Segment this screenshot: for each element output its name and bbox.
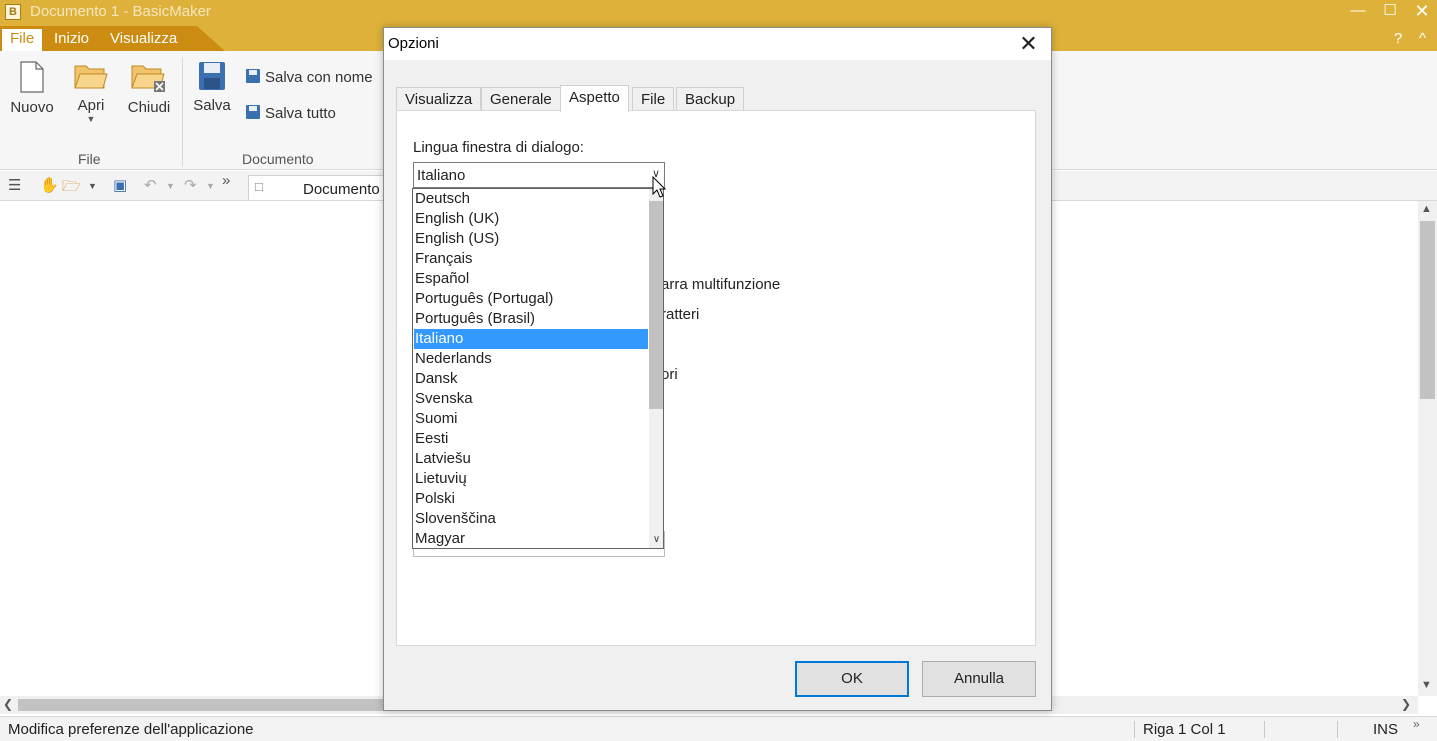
language-option[interactable]: Magyar: [414, 529, 648, 548]
insert-mode[interactable]: INS: [1373, 721, 1398, 738]
close-document-button[interactable]: Chiudi: [126, 61, 172, 116]
new-label: Nuovo: [10, 99, 54, 116]
language-option[interactable]: Nederlands: [414, 349, 648, 369]
scroll-up-icon[interactable]: ▲: [1421, 203, 1432, 215]
language-option-selected[interactable]: Italiano: [414, 329, 648, 349]
redo-icon[interactable]: ↷: [184, 176, 197, 194]
open-folder-icon[interactable]: 🗁: [62, 176, 81, 201]
language-option[interactable]: English (US): [414, 229, 648, 249]
tab-file[interactable]: File: [2, 29, 43, 53]
language-option[interactable]: Español: [414, 269, 648, 289]
status-overflow-icon[interactable]: »: [1413, 717, 1420, 731]
ok-button[interactable]: OK: [795, 661, 909, 697]
tab-visualizza[interactable]: Visualizza: [110, 30, 177, 47]
menu-icon[interactable]: ☰: [8, 176, 21, 194]
save-icon: [199, 62, 225, 90]
language-option[interactable]: Eesti: [414, 429, 648, 449]
save-all-icon: [246, 105, 260, 119]
overflow-icon[interactable]: »: [222, 172, 230, 189]
language-option[interactable]: Português (Portugal): [414, 289, 648, 309]
status-separator: [1134, 721, 1135, 738]
save-as-label: Salva con nome: [265, 69, 373, 86]
cancel-button[interactable]: Annulla: [922, 661, 1036, 697]
ribbon-option-label: arra multifunzione: [661, 276, 781, 293]
tab-inizio[interactable]: Inizio: [54, 30, 89, 47]
save-as-button[interactable]: Salva con nome: [245, 68, 373, 86]
collapse-ribbon-icon[interactable]: ^: [1419, 30, 1426, 47]
save-all-button[interactable]: Salva tutto: [245, 104, 336, 122]
group-label-documento: Documento: [242, 151, 314, 167]
document-tab[interactable]: □ Documento: [248, 175, 388, 200]
save-all-label: Salva tutto: [265, 105, 336, 122]
dialog-language-value: Italiano: [417, 167, 466, 184]
language-option[interactable]: Lietuvių: [414, 469, 648, 489]
language-option[interactable]: Deutsch: [414, 189, 648, 209]
save-as-icon: [246, 69, 260, 83]
scroll-right-icon[interactable]: ❯: [1401, 697, 1411, 711]
tab-backup[interactable]: Backup: [676, 87, 745, 111]
language-option[interactable]: English (UK): [414, 209, 648, 229]
save-button[interactable]: Salva: [192, 61, 232, 114]
vertical-scrollbar[interactable]: ▲ ▼: [1418, 201, 1437, 696]
window-title: Documento 1 - BasicMaker: [30, 3, 211, 20]
toolbar-save-icon[interactable]: ▣: [113, 176, 127, 194]
help-icon[interactable]: ?: [1394, 30, 1402, 47]
font-option-label: ratteri: [661, 306, 700, 323]
document-icon: □: [255, 179, 263, 194]
tab-generale[interactable]: Generale: [481, 87, 561, 111]
scroll-left-icon[interactable]: ❮: [3, 697, 13, 711]
undo-dropdown-icon[interactable]: ▼: [166, 181, 175, 191]
save-label: Salva: [193, 97, 231, 114]
title-bar: B Documento 1 - BasicMaker — ☐ ✕: [0, 0, 1437, 26]
dialog-language-select[interactable]: Italiano ∨: [413, 162, 665, 188]
language-option[interactable]: Français: [414, 249, 648, 269]
group-label-file: File: [78, 151, 101, 167]
dropdown-scroll-thumb[interactable]: [649, 201, 663, 409]
group-separator: [182, 57, 183, 167]
language-option[interactable]: Dansk: [414, 369, 648, 389]
tab-file-options[interactable]: File: [632, 87, 675, 111]
close-document-label: Chiudi: [127, 99, 171, 116]
vertical-scroll-thumb[interactable]: [1420, 221, 1435, 399]
open-button[interactable]: Apri ▼: [70, 61, 112, 124]
status-separator: [1337, 721, 1338, 738]
status-bar: Modifica preferenze dell'applicazione Ri…: [0, 716, 1437, 741]
chevron-down-icon[interactable]: ▼: [70, 114, 112, 124]
tab-visualizza-options[interactable]: Visualizza: [396, 87, 482, 111]
dialog-close-icon[interactable]: ✕: [1006, 28, 1051, 60]
new-document-icon: [20, 61, 44, 93]
open-label: Apri: [77, 97, 105, 114]
dialog-language-label: Lingua finestra di dialogo:: [413, 139, 584, 156]
new-button[interactable]: Nuovo: [8, 61, 56, 116]
folder-open-icon: [74, 65, 108, 89]
dialog-title: Opzioni: [388, 35, 439, 52]
chevron-down-icon[interactable]: ∨: [649, 532, 663, 547]
maximize-icon[interactable]: ☐: [1373, 0, 1407, 24]
cursor-position: Riga 1 Col 1: [1143, 721, 1226, 738]
language-option[interactable]: Suomi: [414, 409, 648, 429]
language-option[interactable]: Slovenščina: [414, 509, 648, 529]
document-tab-label: Documento: [303, 181, 380, 198]
close-icon[interactable]: ✕: [1405, 0, 1437, 24]
dropdown-scrollbar[interactable]: ∨: [649, 189, 663, 548]
language-option[interactable]: Polski: [414, 489, 648, 509]
language-option[interactable]: Svenska: [414, 389, 648, 409]
folder-close-icon: [131, 65, 165, 92]
language-option[interactable]: Latviešu: [414, 449, 648, 469]
open-dropdown-icon[interactable]: ▼: [88, 181, 97, 191]
minimize-icon[interactable]: —: [1341, 0, 1375, 24]
undo-icon[interactable]: ↶: [144, 176, 157, 194]
hand-icon[interactable]: ✋: [40, 176, 59, 194]
scroll-down-icon[interactable]: ▼: [1421, 679, 1432, 691]
mouse-cursor-icon: [652, 176, 666, 198]
app-icon: B: [5, 4, 21, 20]
tab-aspetto[interactable]: Aspetto: [560, 85, 629, 112]
status-separator: [1264, 721, 1265, 738]
status-message: Modifica preferenze dell'applicazione: [8, 721, 254, 738]
language-option[interactable]: Português (Brasil): [414, 309, 648, 329]
redo-dropdown-icon[interactable]: ▼: [206, 181, 215, 191]
dialog-title-bar: Opzioni ✕: [384, 28, 1051, 60]
language-dropdown-list[interactable]: Deutsch English (UK) English (US) França…: [412, 188, 664, 549]
